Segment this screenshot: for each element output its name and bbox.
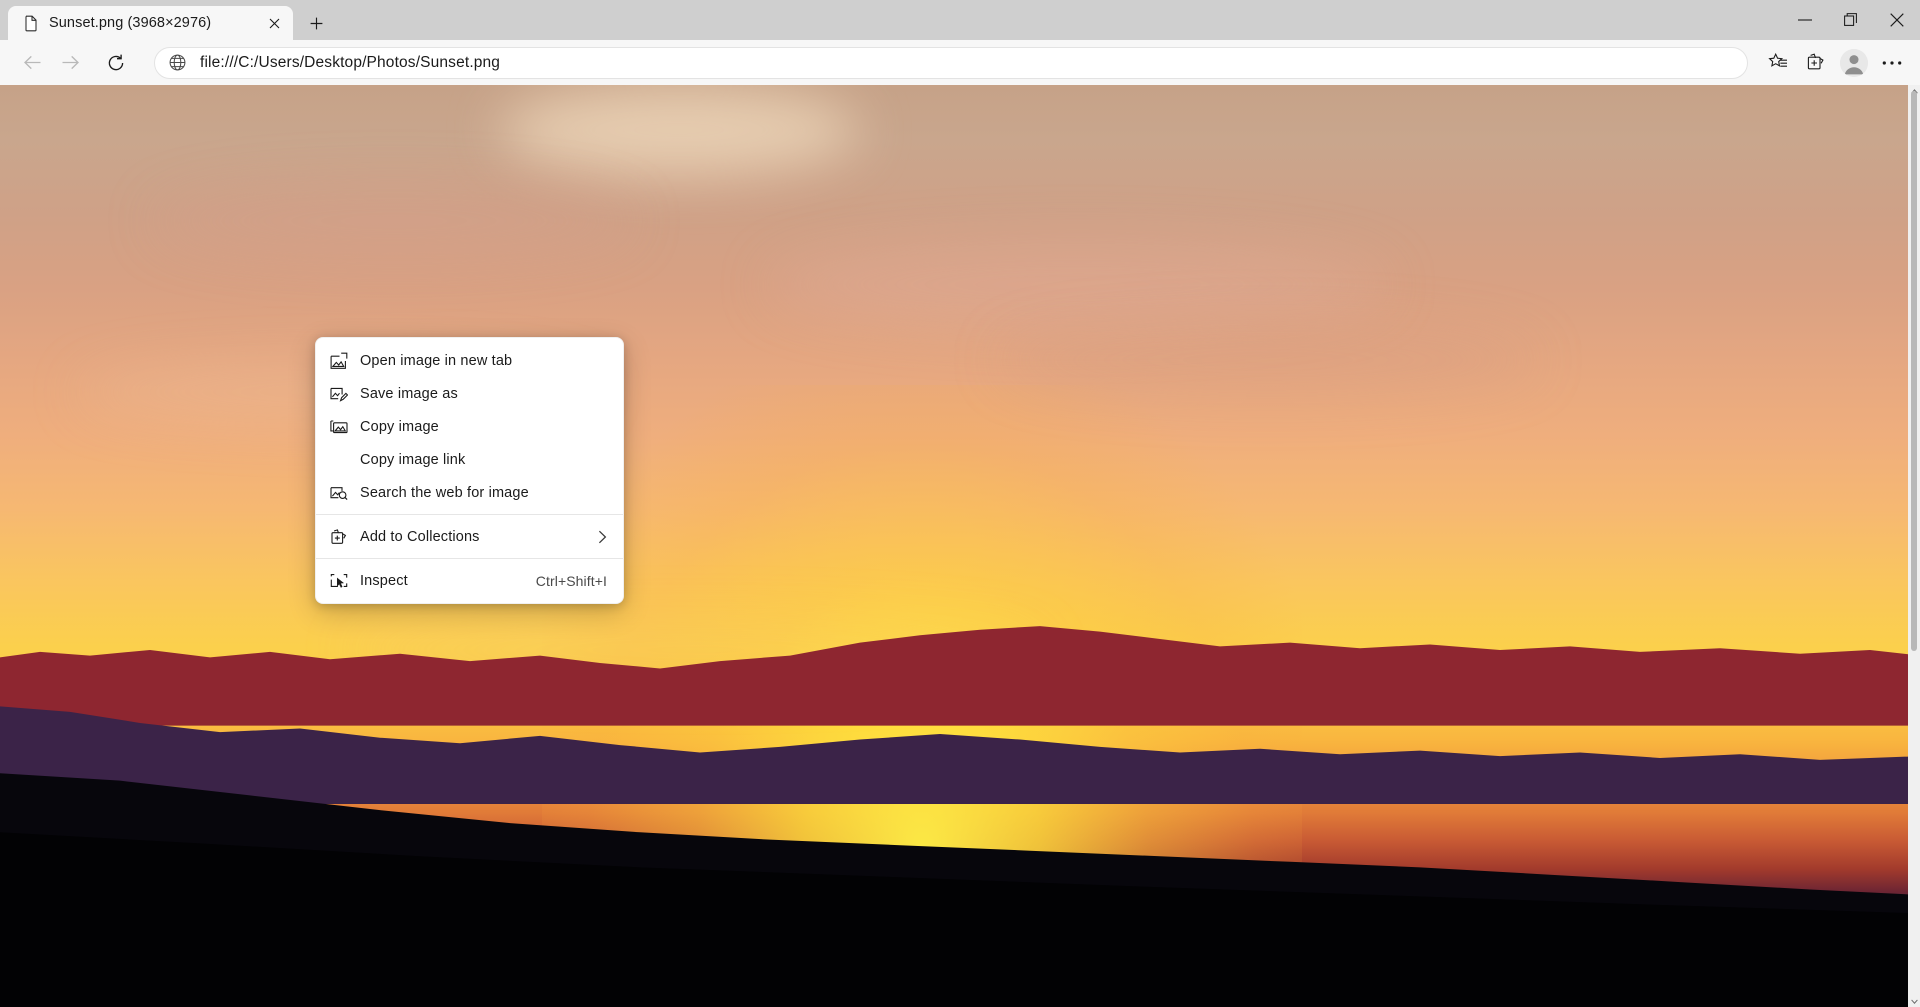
collections-icon [330,528,360,546]
plus-icon [310,17,323,30]
menu-item-search-the-web-for-image[interactable]: Search the web for image [316,476,623,509]
new-tab-button[interactable] [299,7,333,39]
tab-title: Sunset.png (3968×2976) [49,15,253,31]
menu-item-copy-image[interactable]: Copy image [316,410,623,443]
sunset-photograph[interactable] [0,85,1920,1007]
close-window-button[interactable] [1874,0,1920,40]
star-list-icon [1768,52,1789,73]
arrow-left-icon [22,52,43,73]
arrow-right-icon [60,52,81,73]
save-image-icon [330,385,360,403]
minimize-icon [1798,19,1812,21]
open-image-new-tab-icon [330,352,360,370]
settings-and-more-button[interactable] [1874,45,1910,81]
menu-item-label: Inspect [360,573,524,589]
browser-toolbar: file:///C:/Users/Desktop/Photos/Sunset.p… [0,40,1920,85]
scrollbar-thumb[interactable] [1911,91,1917,651]
profile-button[interactable] [1836,45,1872,81]
ellipsis-icon [1882,60,1902,66]
avatar [1840,49,1868,77]
menu-item-label: Add to Collections [360,529,588,545]
menu-item-label: Open image in new tab [360,353,607,369]
refresh-button[interactable] [98,45,134,81]
copy-image-icon [330,418,360,436]
forward-button[interactable] [52,45,88,81]
menu-item-add-to-collections[interactable]: Add to Collections [316,520,623,553]
collections-icon [1806,52,1827,73]
close-icon[interactable] [263,12,285,34]
menu-item-inspect[interactable]: Inspect Ctrl+Shift+I [316,564,623,597]
restore-button[interactable] [1828,0,1874,40]
collections-button[interactable] [1798,45,1834,81]
menu-item-label: Copy image link [360,452,607,468]
favorites-button[interactable] [1760,45,1796,81]
sky-gradient [0,85,1920,1007]
menu-separator [316,558,623,559]
chevron-right-icon [598,530,607,544]
address-bar[interactable]: file:///C:/Users/Desktop/Photos/Sunset.p… [154,47,1748,79]
tab-strip: Sunset.png (3968×2976) [0,0,1920,40]
back-button[interactable] [14,45,50,81]
menu-separator [316,514,623,515]
minimize-button[interactable] [1782,0,1828,40]
browser-tab-sunset[interactable]: Sunset.png (3968×2976) [8,6,293,40]
vertical-scrollbar[interactable] [1908,85,1920,1007]
image-context-menu: Open image in new tab Save image as [315,337,624,604]
restore-icon [1844,13,1858,27]
edge-browser-window: Sunset.png (3968×2976) [0,0,1920,1007]
menu-item-save-image-as[interactable]: Save image as [316,377,623,410]
chevron-down-icon[interactable] [1908,995,1920,1007]
refresh-icon [106,53,126,73]
file-document-icon [22,15,39,32]
globe-icon [169,54,186,71]
page-content: Open image in new tab Save image as [0,85,1920,1007]
menu-item-label: Search the web for image [360,485,607,501]
menu-item-copy-image-link[interactable]: Copy image link [316,443,623,476]
menu-item-open-image-in-new-tab[interactable]: Open image in new tab [316,344,623,377]
menu-item-label: Copy image [360,419,607,435]
address-bar-url: file:///C:/Users/Desktop/Photos/Sunset.p… [200,54,500,72]
close-icon [1890,13,1904,27]
menu-item-shortcut: Ctrl+Shift+I [536,573,607,589]
inspect-icon [330,572,360,590]
window-controls [1782,0,1920,40]
search-image-icon [330,484,360,502]
menu-item-label: Save image as [360,386,607,402]
